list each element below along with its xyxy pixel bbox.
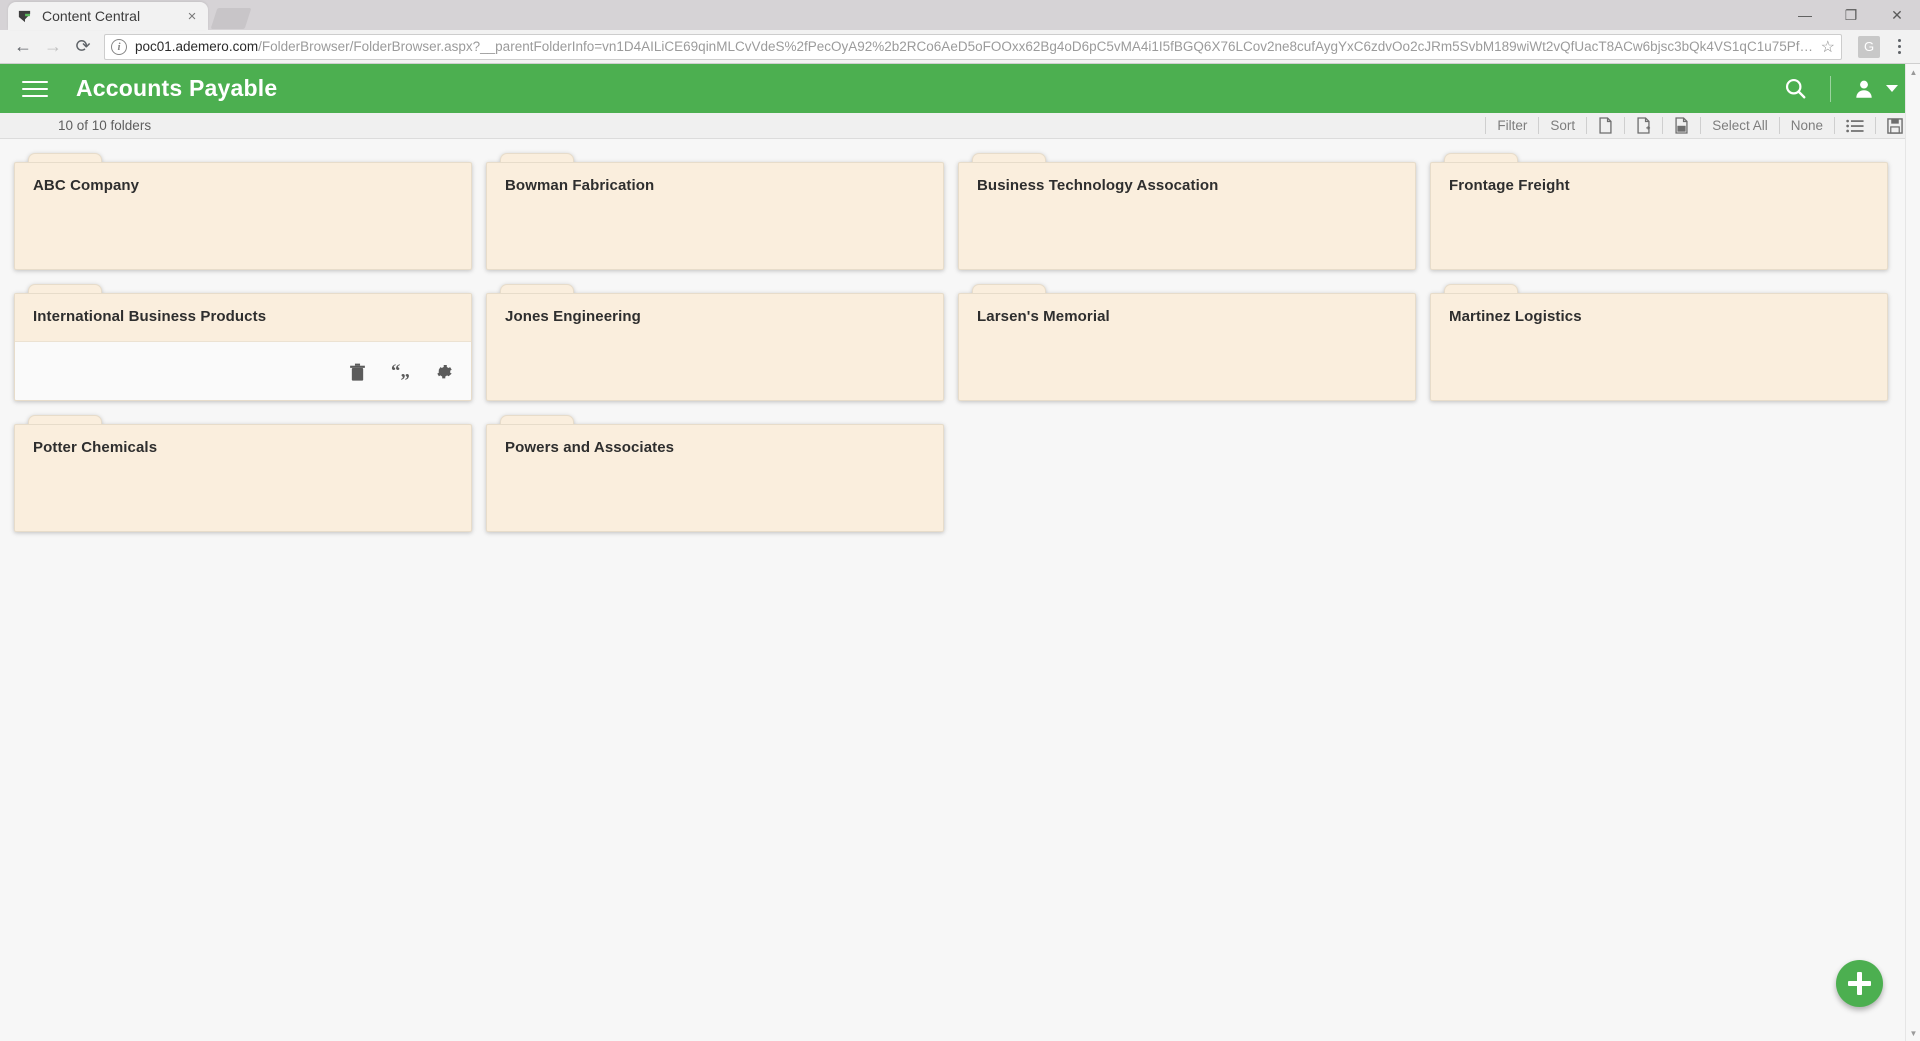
folder-card[interactable]: Bowman Fabrication“„ bbox=[486, 153, 944, 270]
application-area: Accounts Payable 10 of 10 folders Filter… bbox=[0, 64, 1920, 1041]
folder-name-label: Martinez Logistics bbox=[1449, 308, 1582, 325]
folder-grid: ABC Company“„Bowman Fabrication“„Busines… bbox=[0, 139, 1920, 532]
folder-body: Larsen's Memorial“„ bbox=[958, 293, 1416, 401]
url-path: /FolderBrowser/FolderBrowser.aspx?__pare… bbox=[258, 39, 1815, 54]
forward-icon[interactable]: → bbox=[38, 32, 68, 62]
sort-button[interactable]: Sort bbox=[1539, 113, 1586, 139]
folder-name-label: International Business Products bbox=[33, 308, 267, 325]
folder-card[interactable]: Business Technology Assocation“„ bbox=[958, 153, 1416, 270]
scroll-down-arrow-icon[interactable]: ▼ bbox=[1906, 1025, 1920, 1041]
user-account-icon[interactable] bbox=[1853, 78, 1875, 100]
chevron-down-icon[interactable] bbox=[1886, 85, 1898, 92]
folder-name-label: Powers and Associates bbox=[505, 439, 675, 456]
minimize-icon[interactable]: — bbox=[1782, 0, 1828, 30]
folder-card[interactable]: ABC Company“„ bbox=[14, 153, 472, 270]
header-divider bbox=[1830, 75, 1831, 102]
bookmark-star-icon[interactable]: ☆ bbox=[1821, 37, 1835, 57]
folder-body: International Business Products “„ bbox=[14, 293, 472, 401]
hamburger-menu-icon[interactable] bbox=[22, 80, 48, 97]
content-subtoolbar: 10 of 10 folders Filter Sort Select All … bbox=[0, 113, 1920, 139]
new-document-icon[interactable] bbox=[1587, 113, 1624, 139]
folder-name-label: ABC Company bbox=[33, 177, 140, 194]
reload-icon[interactable]: ⟳ bbox=[68, 32, 98, 62]
browser-tab[interactable]: Content Central × bbox=[8, 2, 208, 30]
folder-head: Business Technology Assocation bbox=[959, 163, 1415, 194]
folder-name-label: Business Technology Assocation bbox=[977, 177, 1219, 194]
folder-head: Powers and Associates bbox=[487, 425, 943, 456]
page-title: Accounts Payable bbox=[76, 75, 278, 101]
browser-tab-title: Content Central bbox=[42, 8, 141, 24]
folder-head: International Business Products bbox=[15, 294, 471, 342]
three-dot-menu-icon[interactable] bbox=[1886, 39, 1912, 54]
select-none-button[interactable]: None bbox=[1780, 113, 1834, 139]
folder-body: Jones Engineering“„ bbox=[486, 293, 944, 401]
folder-body: Powers and Associates“„ bbox=[486, 424, 944, 532]
folder-head: Martinez Logistics bbox=[1431, 294, 1887, 325]
folder-head: Jones Engineering bbox=[487, 294, 943, 325]
back-icon[interactable]: ← bbox=[8, 32, 38, 62]
close-icon[interactable]: × bbox=[184, 8, 200, 24]
trash-icon[interactable] bbox=[349, 363, 366, 382]
folder-body: ABC Company“„ bbox=[14, 162, 472, 270]
new-tab-icon[interactable] bbox=[210, 8, 252, 29]
folder-card[interactable]: Potter Chemicals“„ bbox=[14, 415, 472, 532]
extension-badge-icon[interactable]: G bbox=[1858, 35, 1880, 58]
folder-body: Business Technology Assocation“„ bbox=[958, 162, 1416, 270]
app-header: Accounts Payable bbox=[0, 64, 1920, 113]
browser-toolbar: ← → ⟳ i poc01.ademero.com/FolderBrowser/… bbox=[0, 30, 1920, 64]
folder-name-label: Bowman Fabrication bbox=[505, 177, 655, 194]
gear-icon[interactable] bbox=[435, 363, 454, 382]
browser-window: Content Central × — ❐ ✕ ← → ⟳ i poc01.ad… bbox=[0, 0, 1920, 1041]
folder-head: Larsen's Memorial bbox=[959, 294, 1415, 325]
folder-name-label: Potter Chemicals bbox=[33, 439, 158, 456]
folder-card[interactable]: Powers and Associates“„ bbox=[486, 415, 944, 532]
import-document-icon[interactable] bbox=[1625, 113, 1662, 139]
folder-name-label: Frontage Freight bbox=[1449, 177, 1570, 194]
content-central-logo-icon bbox=[16, 8, 33, 25]
folder-name-label: Jones Engineering bbox=[505, 308, 641, 325]
folder-head: Potter Chemicals bbox=[15, 425, 471, 456]
page-scrollbar[interactable]: ▲ ▼ bbox=[1905, 64, 1920, 1041]
folder-card[interactable]: Larsen's Memorial“„ bbox=[958, 284, 1416, 401]
add-folder-button[interactable] bbox=[1836, 960, 1883, 1007]
svg-text:“„: “„ bbox=[391, 364, 410, 381]
folder-head: Bowman Fabrication bbox=[487, 163, 943, 194]
list-view-icon[interactable] bbox=[1835, 113, 1875, 139]
select-all-button[interactable]: Select All bbox=[1701, 113, 1779, 139]
document-properties-icon[interactable] bbox=[1663, 113, 1700, 139]
folder-action-bar: “„ bbox=[349, 363, 454, 382]
site-info-icon[interactable]: i bbox=[111, 38, 127, 55]
window-close-icon[interactable]: ✕ bbox=[1874, 0, 1920, 30]
search-icon[interactable] bbox=[1783, 76, 1808, 101]
address-bar-url: poc01.ademero.com/FolderBrowser/FolderBr… bbox=[135, 39, 1815, 54]
folder-body: Potter Chemicals“„ bbox=[14, 424, 472, 532]
browser-tabstrip: Content Central × — ❐ ✕ bbox=[0, 0, 1920, 30]
folder-body: Martinez Logistics“„ bbox=[1430, 293, 1888, 401]
folder-card[interactable]: Martinez Logistics“„ bbox=[1430, 284, 1888, 401]
address-bar[interactable]: i poc01.ademero.com/FolderBrowser/Folder… bbox=[104, 33, 1842, 60]
folder-card[interactable]: International Business Products “„ bbox=[14, 284, 472, 401]
folder-head: Frontage Freight bbox=[1431, 163, 1887, 194]
folder-head: ABC Company bbox=[15, 163, 471, 194]
quote-rename-icon[interactable]: “„ bbox=[391, 364, 410, 381]
url-domain: poc01.ademero.com bbox=[135, 39, 259, 54]
folder-body: Frontage Freight“„ bbox=[1430, 162, 1888, 270]
plus-icon-vertical bbox=[1857, 972, 1862, 995]
folder-name-label: Larsen's Memorial bbox=[977, 308, 1110, 325]
folder-count-label: 10 of 10 folders bbox=[58, 118, 152, 133]
filter-button[interactable]: Filter bbox=[1486, 113, 1538, 139]
folder-body: Bowman Fabrication“„ bbox=[486, 162, 944, 270]
folder-card[interactable]: Jones Engineering“„ bbox=[486, 284, 944, 401]
scroll-up-arrow-icon[interactable]: ▲ bbox=[1906, 64, 1920, 80]
folder-card[interactable]: Frontage Freight“„ bbox=[1430, 153, 1888, 270]
maximize-icon[interactable]: ❐ bbox=[1828, 0, 1874, 30]
window-controls: — ❐ ✕ bbox=[1782, 0, 1920, 30]
